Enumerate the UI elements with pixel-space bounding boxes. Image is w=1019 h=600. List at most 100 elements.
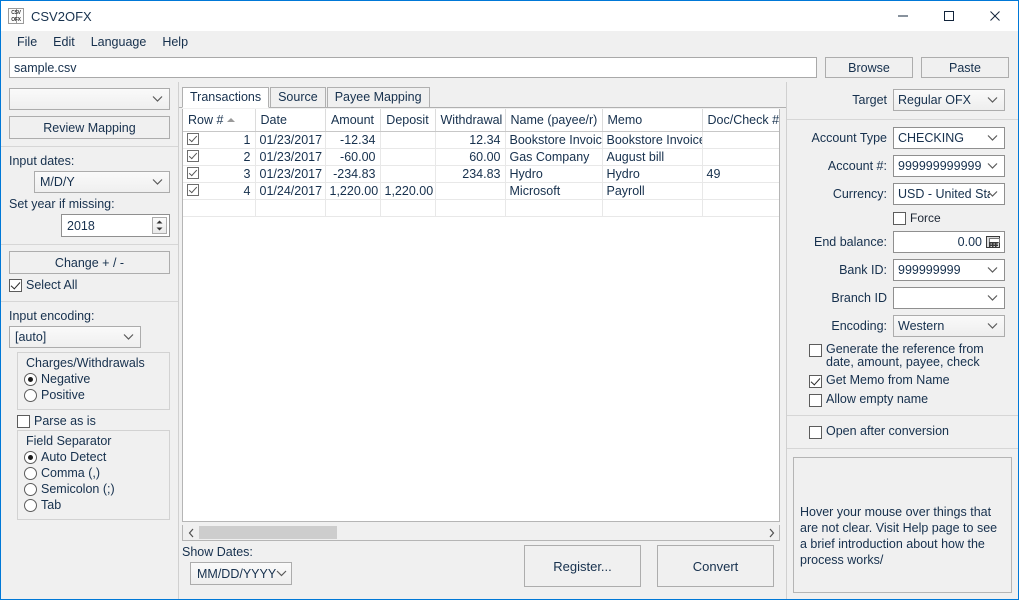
field-sep-auto-detect[interactable]: Auto Detect xyxy=(24,450,163,464)
row-checkbox[interactable] xyxy=(187,166,199,179)
col-header-withdrawal[interactable]: Withdrawal xyxy=(435,109,506,132)
calculator-icon[interactable] xyxy=(986,236,1000,248)
tab-payee-mapping[interactable]: Payee Mapping xyxy=(326,87,430,108)
open-after-conversion-label: Open after conversion xyxy=(826,424,949,438)
end-balance-value: 0.00 xyxy=(957,235,982,249)
charges-option-positive[interactable]: Positive xyxy=(24,388,163,402)
allow-empty-name-checkbox[interactable] xyxy=(809,394,822,407)
account-type-select[interactable]: CHECKING xyxy=(893,127,1005,149)
account-number-select[interactable]: 999999999999 xyxy=(893,155,1005,177)
tab-source[interactable]: Source xyxy=(270,87,326,108)
get-memo-row[interactable]: Get Memo from Name xyxy=(809,374,1009,388)
col-header-memo[interactable]: Memo xyxy=(602,109,703,132)
scroll-left-icon[interactable] xyxy=(183,525,199,540)
cell-memo: August bill xyxy=(602,148,703,166)
input-dates-select[interactable]: M/D/Y xyxy=(34,171,170,193)
stepper-up-icon[interactable] xyxy=(153,218,166,226)
col-header-row-num[interactable]: Row # xyxy=(183,109,256,132)
encoding-select[interactable]: Western xyxy=(893,315,1005,337)
mapping-group: Review Mapping xyxy=(1,82,178,147)
col-header-deposit[interactable]: Deposit xyxy=(380,109,436,132)
parse-as-is-row[interactable]: Parse as is xyxy=(17,414,170,428)
select-all-row[interactable]: Select All xyxy=(9,278,170,292)
radio-negative[interactable] xyxy=(24,372,37,386)
stepper-down-icon[interactable] xyxy=(153,226,166,234)
scrollbar-thumb[interactable] xyxy=(199,526,337,539)
horizontal-scrollbar[interactable] xyxy=(182,525,780,541)
end-balance-input[interactable]: 0.00 xyxy=(893,231,1005,253)
menu-file[interactable]: File xyxy=(9,33,45,51)
bank-id-select[interactable]: 999999999 xyxy=(893,259,1005,281)
currency-label: Currency: xyxy=(832,187,887,201)
target-select[interactable]: Regular OFX xyxy=(893,89,1005,111)
table-row[interactable]: 4 01/24/2017 1,220.00 1,220.00 Microsoft… xyxy=(183,182,779,200)
account-number-row: Account #: 999999999999 xyxy=(793,155,1009,177)
col-header-amount[interactable]: Amount xyxy=(325,109,381,132)
generate-reference-checkbox[interactable] xyxy=(809,344,822,357)
maximize-icon[interactable] xyxy=(926,1,972,31)
file-path-input[interactable]: sample.csv xyxy=(9,57,817,78)
cell-doc: 49 xyxy=(702,165,779,183)
radio-positive[interactable] xyxy=(24,388,37,402)
force-checkbox[interactable] xyxy=(893,212,906,225)
get-memo-checkbox[interactable] xyxy=(809,375,822,388)
select-all-checkbox[interactable] xyxy=(9,279,22,292)
stepper-buttons[interactable] xyxy=(152,217,167,234)
cell-withdrawal: 12.34 xyxy=(435,131,506,149)
table-row[interactable]: 2 01/23/2017 -60.00 60.00 Gas Company Au… xyxy=(183,148,779,166)
menu-help[interactable]: Help xyxy=(154,33,196,51)
menu-edit[interactable]: Edit xyxy=(45,33,83,51)
show-dates-select[interactable]: MM/DD/YYYY xyxy=(190,562,292,585)
mapping-select[interactable] xyxy=(9,88,170,110)
col-header-date[interactable]: Date xyxy=(255,109,326,132)
cell-row-num[interactable]: 2 xyxy=(183,148,256,166)
charges-option-negative[interactable]: Negative xyxy=(24,372,163,386)
chevron-down-icon xyxy=(987,267,998,274)
register-button[interactable]: Register... xyxy=(524,545,641,587)
col-header-name[interactable]: Name (payee/r) xyxy=(505,109,603,132)
row-checkbox[interactable] xyxy=(187,183,199,196)
table-row[interactable]: 3 01/23/2017 -234.83 234.83 Hydro Hydro … xyxy=(183,165,779,183)
review-mapping-button[interactable]: Review Mapping xyxy=(9,116,170,139)
force-checkbox-row[interactable]: Force xyxy=(893,211,941,225)
transactions-grid[interactable]: Row # Date Amount Deposit Withdrawal Nam… xyxy=(182,109,780,522)
radio-semicolon[interactable] xyxy=(24,482,37,496)
cell-deposit xyxy=(380,165,436,183)
cell-name: Gas Company xyxy=(505,148,603,166)
row-checkbox[interactable] xyxy=(187,149,199,162)
table-row[interactable]: 1 01/23/2017 -12.34 12.34 Bookstore Invo… xyxy=(183,131,779,149)
open-after-conversion-row[interactable]: Open after conversion xyxy=(809,425,1009,439)
input-encoding-select[interactable]: [auto] xyxy=(9,326,141,348)
menu-language[interactable]: Language xyxy=(83,33,155,51)
cell-row-num[interactable]: 3 xyxy=(183,165,256,183)
col-header-doc-check[interactable]: Doc/Check # xyxy=(702,109,779,132)
convert-button[interactable]: Convert xyxy=(657,545,774,587)
minimize-icon[interactable] xyxy=(880,1,926,31)
row-checkbox[interactable] xyxy=(187,132,199,145)
field-sep-comma[interactable]: Comma (,) xyxy=(24,466,163,480)
field-sep-tab[interactable]: Tab xyxy=(24,498,163,512)
browse-button[interactable]: Browse xyxy=(825,57,913,78)
allow-empty-name-row[interactable]: Allow empty name xyxy=(809,393,1009,407)
charges-positive-label: Positive xyxy=(41,388,85,402)
close-icon[interactable] xyxy=(972,1,1018,31)
app-icon-top-text: CSV xyxy=(11,10,21,16)
scrollbar-track[interactable] xyxy=(199,525,763,540)
chevron-down-icon xyxy=(152,179,163,186)
change-sign-button[interactable]: Change + / - xyxy=(9,251,170,274)
open-after-conversion-checkbox[interactable] xyxy=(809,426,822,439)
cell-row-num[interactable]: 4 xyxy=(183,182,256,200)
paste-button[interactable]: Paste xyxy=(921,57,1009,78)
parse-as-is-checkbox[interactable] xyxy=(17,415,30,428)
branch-id-select[interactable] xyxy=(893,287,1005,309)
field-sep-semicolon[interactable]: Semicolon (;) xyxy=(24,482,163,496)
generate-reference-row[interactable]: Generate the reference from date, amount… xyxy=(809,343,1009,369)
scroll-right-icon[interactable] xyxy=(763,525,779,540)
tab-transactions[interactable]: Transactions xyxy=(182,87,270,108)
cell-row-num[interactable]: 1 xyxy=(183,131,256,149)
radio-comma[interactable] xyxy=(24,466,37,480)
set-year-stepper[interactable]: 2018 xyxy=(61,214,170,237)
radio-auto-detect[interactable] xyxy=(24,450,37,464)
radio-tab[interactable] xyxy=(24,498,37,512)
currency-select[interactable]: USD - United Sta xyxy=(893,183,1005,205)
